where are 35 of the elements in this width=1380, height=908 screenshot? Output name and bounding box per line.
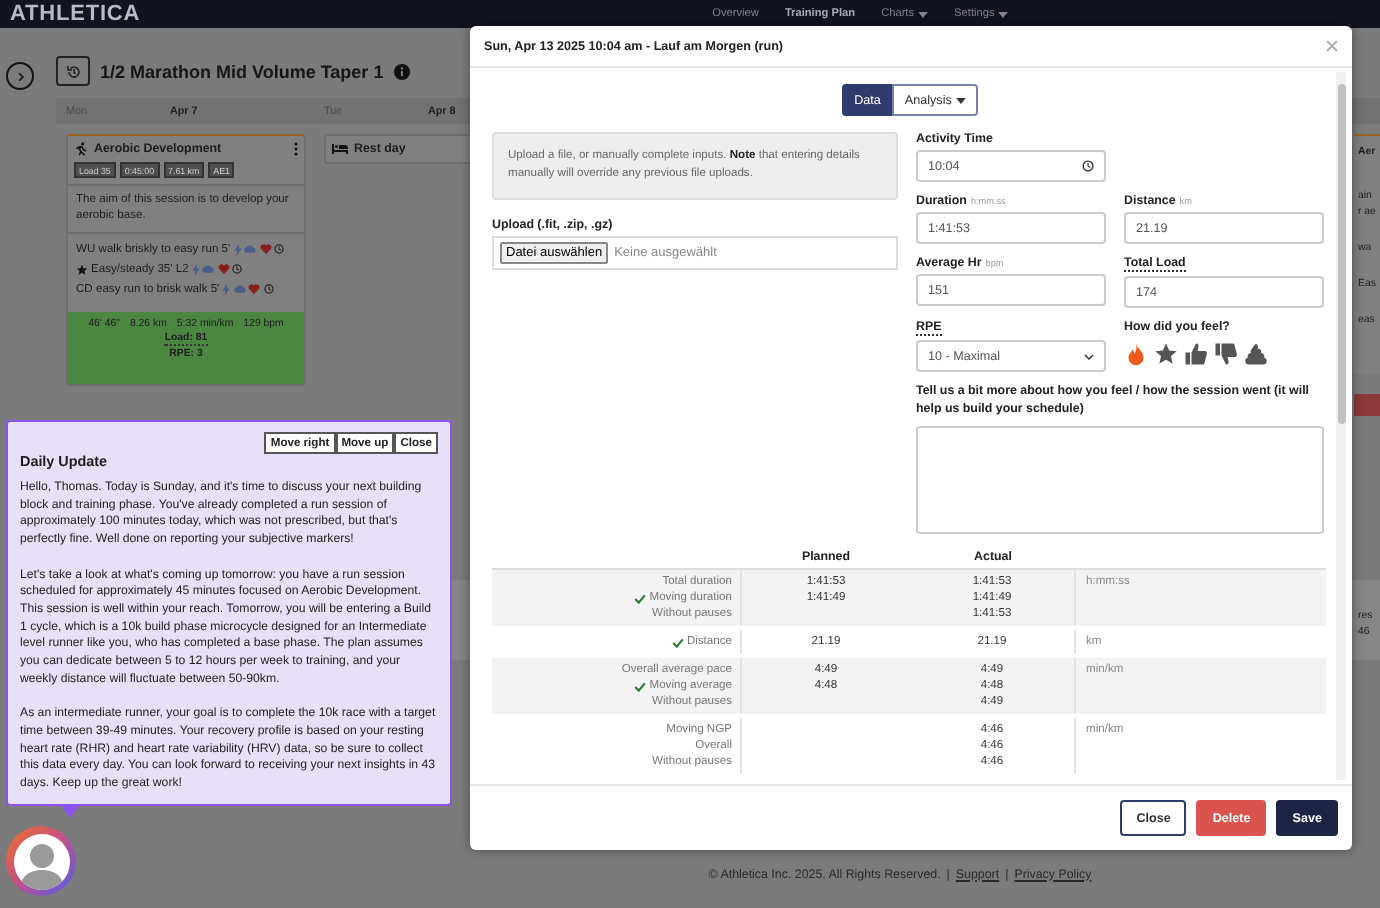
- runner-icon: [74, 142, 88, 156]
- caret-icon: [998, 11, 1009, 17]
- caret-icon: [918, 11, 929, 17]
- logo[interactable]: ATHLETICA: [10, 0, 141, 28]
- clock-icon: [263, 284, 274, 295]
- clock-icon: [1082, 160, 1094, 172]
- thumbs-up-icon[interactable]: [1184, 342, 1208, 366]
- poop-icon[interactable]: [1244, 342, 1268, 366]
- cloud-icon: [202, 264, 215, 275]
- clock-icon: [232, 264, 243, 275]
- expand-button[interactable]: [6, 62, 34, 90]
- bed-icon: [332, 144, 348, 154]
- chevron-right-icon: [15, 71, 25, 81]
- bolt-icon: [191, 263, 200, 276]
- clock-icon: [274, 244, 285, 255]
- info-icon[interactable]: [393, 63, 410, 79]
- star-icon[interactable]: [1154, 342, 1178, 366]
- cloud-icon: [233, 284, 246, 295]
- caret-icon: [955, 97, 966, 103]
- chevron-icon: [1084, 353, 1094, 359]
- avatar[interactable]: [6, 826, 76, 896]
- workout-card[interactable]: [66, 134, 306, 386]
- bolt-icon: [233, 243, 242, 256]
- thumbs-down-icon[interactable]: [1214, 342, 1238, 366]
- heart-icon: [248, 284, 261, 295]
- plan-title: 1/2 Marathon Mid Volume Taper 1: [100, 61, 384, 81]
- flame-icon[interactable]: [1124, 342, 1148, 366]
- history-button[interactable]: [56, 56, 90, 86]
- heart-icon: [217, 264, 230, 275]
- heart-icon: [259, 244, 272, 255]
- cloud-icon: [244, 244, 257, 255]
- history-icon: [65, 63, 81, 79]
- scrollbar[interactable]: [1336, 72, 1346, 780]
- comment-field[interactable]: [916, 426, 1324, 534]
- bolt-icon: [222, 283, 231, 296]
